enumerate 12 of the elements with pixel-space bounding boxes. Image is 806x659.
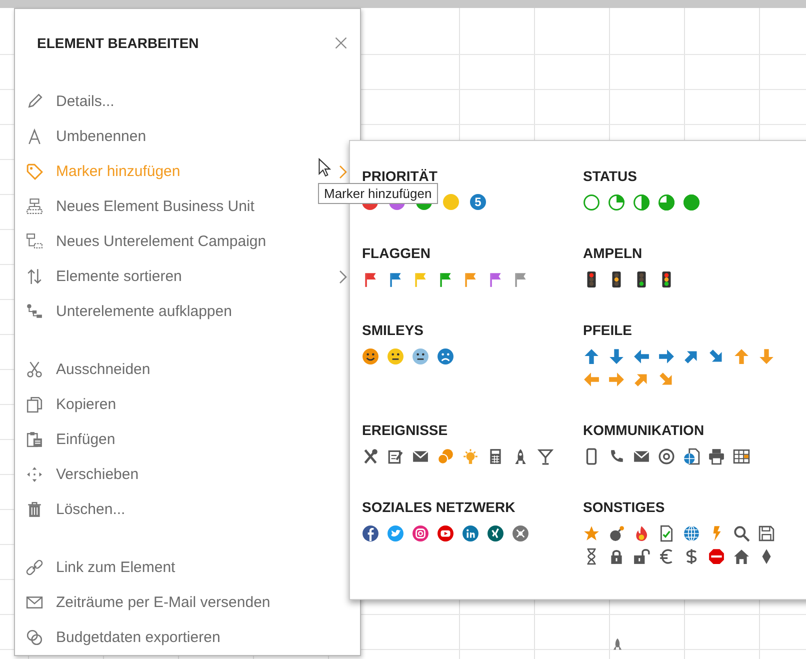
group-title: SMILEYS xyxy=(362,321,424,339)
group-title: PFEILE xyxy=(583,321,632,339)
group-title: PRIORITÄT xyxy=(362,167,438,185)
tooltip: Marker hinzufügen xyxy=(318,183,438,204)
group-title: AMPELN xyxy=(583,244,642,262)
group-title: SONSTIGES xyxy=(583,498,665,516)
group-title: SOZIALES NETZWERK xyxy=(362,498,516,516)
group-title: STATUS xyxy=(583,167,637,185)
group-title: KOMMUNIKATION xyxy=(583,421,704,439)
menu-title: ELEMENT BEARBEITEN xyxy=(37,35,199,51)
group-title: EREIGNISSE xyxy=(362,421,448,439)
group-title: FLAGGEN xyxy=(362,244,430,262)
